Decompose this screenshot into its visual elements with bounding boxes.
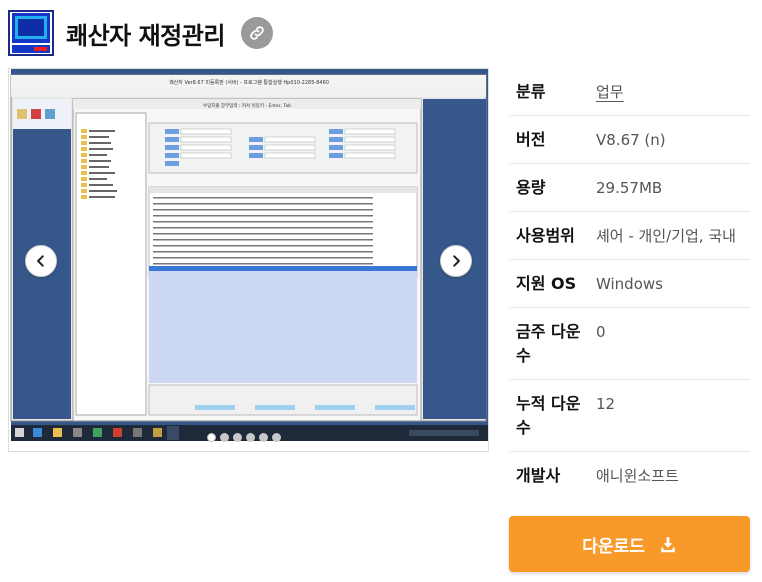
info-row-developer: 개발사 애니윈소프트 (509, 452, 750, 499)
info-value: 셰어 - 개인/기업, 국내 (596, 227, 736, 245)
info-label: 누적 다운수 (516, 394, 581, 437)
info-value: 애니윈소프트 (596, 467, 679, 485)
copy-link-button[interactable] (240, 17, 273, 49)
info-row-license: 사용범위 셰어 - 개인/기업, 국내 (509, 212, 750, 260)
info-value: 0 (596, 323, 606, 341)
info-label: 개발사 (516, 466, 561, 485)
info-row-os: 지원 OS Windows (509, 260, 750, 308)
info-row-category: 분류 업무 (509, 68, 750, 116)
program-info-table: 분류 업무 버전 V8.67 (n) 용량 29.57MB 사용범위 셰어 - … (509, 68, 750, 499)
screenshot-image: 쾌산자 Ver8.67 미등록판 (서버) - 프로그램 통합실행 Hp010-… (9, 69, 488, 451)
info-value: Windows (596, 275, 663, 293)
carousel-dots (207, 433, 281, 442)
carousel-dot[interactable] (220, 433, 229, 442)
info-row-size: 용량 29.57MB (509, 164, 750, 212)
page-title: 쾌산자 재정관리 (66, 21, 225, 50)
screenshot-carousel: 쾌산자 Ver8.67 미등록판 (서버) - 프로그램 통합실행 Hp010-… (8, 68, 489, 452)
category-link[interactable]: 업무 (589, 80, 750, 104)
info-row-version: 버전 V8.67 (n) (509, 116, 750, 164)
info-label: 분류 (516, 82, 546, 101)
download-label: 다운로드 (582, 536, 645, 557)
carousel-dot[interactable] (207, 433, 216, 442)
download-button[interactable]: 다운로드 (509, 516, 750, 572)
carousel-dot[interactable] (259, 433, 268, 442)
carousel-dot[interactable] (233, 433, 242, 442)
info-label: 금주 다운수 (516, 322, 581, 365)
chevron-right-icon (453, 255, 460, 267)
chevron-left-icon (37, 255, 44, 267)
info-row-total-downloads: 누적 다운수 12 (509, 380, 750, 452)
info-label: 버전 (516, 130, 546, 149)
app-header: 쾌산자 재정관리 (8, 10, 273, 56)
download-icon (661, 537, 675, 553)
carousel-dot[interactable] (246, 433, 255, 442)
carousel-dot[interactable] (272, 433, 281, 442)
window-title-text: 쾌산자 Ver8.67 미등록판 (서버) - 프로그램 통합실행 Hp010-… (169, 79, 329, 86)
info-value: 12 (596, 395, 616, 413)
carousel-next-button[interactable] (440, 245, 472, 277)
info-value: V8.67 (n) (596, 131, 666, 149)
link-icon (250, 26, 264, 40)
carousel-prev-button[interactable] (25, 245, 57, 277)
info-value: 29.57MB (596, 179, 663, 197)
info-label: 사용범위 (516, 226, 575, 245)
info-label: 지원 OS (516, 274, 577, 293)
info-row-weekly-downloads: 금주 다운수 0 (509, 308, 750, 380)
info-label: 용량 (516, 178, 546, 197)
app-monitor-icon (8, 10, 54, 56)
inner-window-title: 수입지출 장부입력 : 커서 이동키 - Enter, Tab (203, 102, 291, 109)
